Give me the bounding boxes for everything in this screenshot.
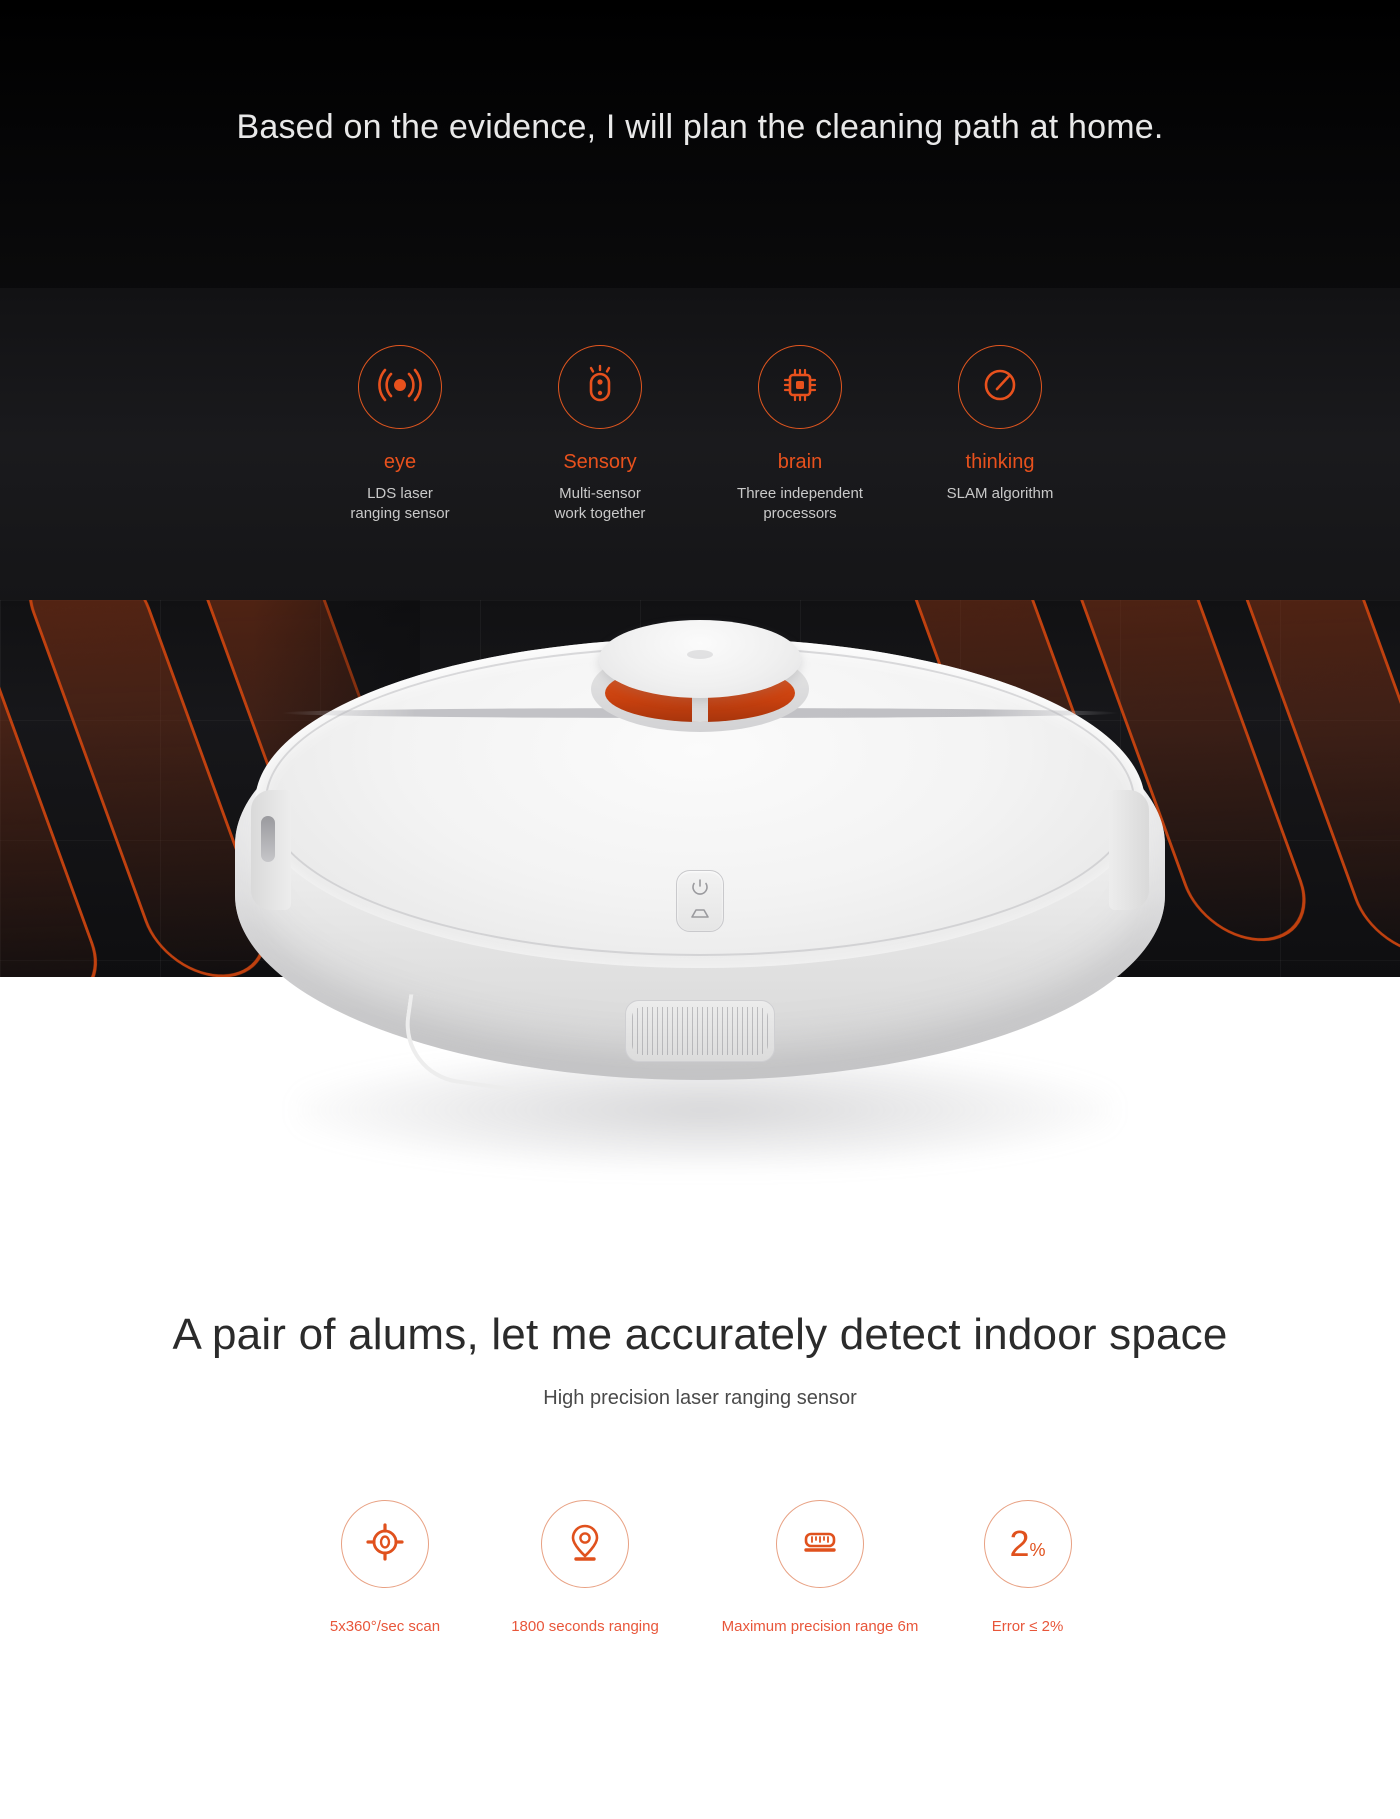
compass-gauge-icon — [979, 364, 1021, 411]
feature-desc-line2: processors — [763, 505, 837, 523]
hero-bottom-edge — [0, 977, 1400, 985]
feature-icon-circle — [958, 345, 1042, 429]
signal-wave-icon — [378, 365, 422, 410]
feature-icon-circle — [558, 345, 642, 429]
spec-max-range[interactable]: Maximum precision range 6m — [693, 1500, 948, 1635]
hero-headline: Based on the evidence, I will plan the c… — [236, 108, 1164, 146]
percent-unit: % — [1029, 1540, 1046, 1560]
percent-value: 2 — [1009, 1523, 1030, 1564]
multi-sensor-icon — [580, 363, 620, 412]
feature-desc-line2: work together — [554, 505, 646, 523]
spec-scan-rate[interactable]: 5x360°/sec scan — [293, 1500, 478, 1635]
feature-thinking[interactable]: thinking SLAM algorithm — [900, 345, 1100, 525]
feature-desc-line2: ranging sensor — [350, 505, 450, 523]
lower-title: A pair of alums, let me accurately detec… — [172, 1310, 1228, 1359]
spec-icon-circle — [776, 1500, 864, 1588]
floor-backdrop — [0, 600, 1400, 985]
feature-icon-circle — [358, 345, 442, 429]
crosshair-target-icon — [363, 1520, 407, 1569]
feature-label: Sensory — [563, 451, 637, 473]
feature-row: eye LDS laser ranging sensor Sensory Mul… — [0, 345, 1400, 525]
feature-sensory[interactable]: Sensory Multi-sensor work together — [500, 345, 700, 525]
spec-ranging-time[interactable]: 1800 seconds ranging — [478, 1500, 693, 1635]
lower-subtitle: High precision laser ranging sensor — [543, 1387, 857, 1409]
cpu-chip-icon — [778, 363, 822, 412]
spec-error-rate[interactable]: 2 % Error ≤ 2% — [948, 1500, 1108, 1635]
spec-icon-circle — [341, 1500, 429, 1588]
feature-icon-circle — [758, 345, 842, 429]
feature-eye[interactable]: eye LDS laser ranging sensor — [300, 345, 500, 525]
percent-2-icon: 2 % — [1009, 1526, 1045, 1562]
feature-desc-line1: Three independent — [737, 485, 863, 502]
feature-label: brain — [777, 451, 823, 473]
hero-top-band — [0, 0, 1400, 300]
hero-section: Based on the evidence, I will plan the c… — [0, 0, 1400, 985]
lower-section: A pair of alums, let me accurately detec… — [0, 985, 1400, 1819]
spec-label: Error ≤ 2% — [991, 1618, 1064, 1635]
feature-label: eye — [383, 451, 417, 473]
feature-desc-line1: SLAM algorithm — [946, 485, 1054, 502]
spec-label: 1800 seconds ranging — [511, 1618, 659, 1635]
spec-label: 5x360°/sec scan — [329, 1618, 441, 1635]
spec-row: 5x360°/sec scan 1800 seconds ranging Max… — [0, 1500, 1400, 1635]
feature-desc-line1: LDS laser — [367, 485, 433, 502]
feature-label: thinking — [965, 451, 1035, 473]
cleaning-path-graphic — [0, 600, 1400, 985]
feature-desc-line1: Multi-sensor — [559, 485, 641, 502]
ruler-icon — [797, 1522, 843, 1567]
location-pin-icon — [565, 1519, 605, 1570]
feature-brain[interactable]: brain Three independent processors — [700, 345, 900, 525]
spec-icon-circle — [541, 1500, 629, 1588]
spec-label: Maximum precision range 6m — [721, 1618, 919, 1635]
spec-icon-circle: 2 % — [983, 1500, 1072, 1588]
